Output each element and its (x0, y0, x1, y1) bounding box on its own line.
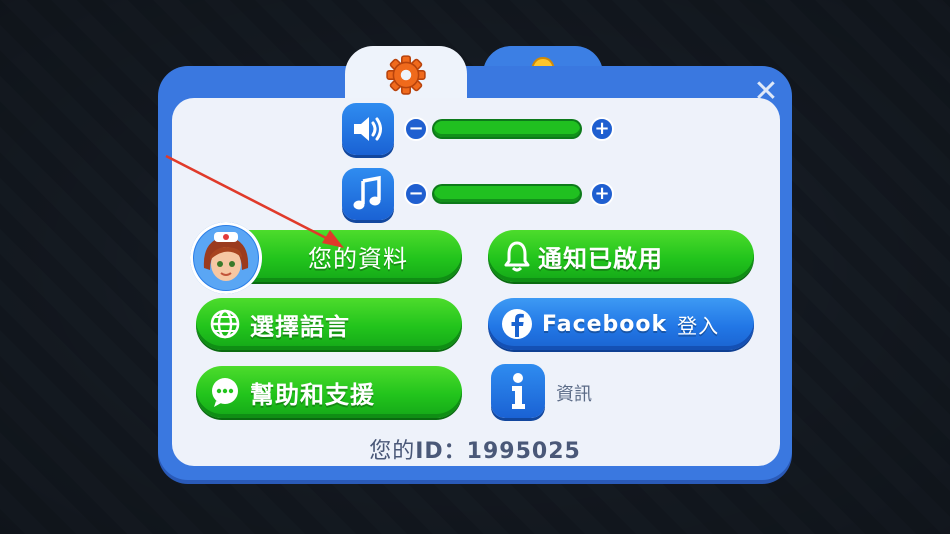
notifications-toggle-button[interactable]: 通知已啟用 (488, 230, 754, 282)
music-volume-slider[interactable] (434, 186, 580, 202)
user-id-text: 您的ID：1995025 (0, 433, 950, 465)
profile-button-label: 您的資料 (308, 244, 408, 273)
info-button[interactable] (491, 364, 545, 418)
facebook-login-button[interactable]: Facebook 登入 (488, 298, 754, 350)
music-decrease-button[interactable]: − (404, 182, 428, 206)
sound-decrease-button[interactable]: − (404, 117, 428, 141)
avatar[interactable] (190, 222, 262, 294)
sound-increase-button[interactable]: + (590, 117, 614, 141)
help-support-button[interactable]: 幫助和支援 (196, 366, 462, 418)
language-button[interactable]: 選擇語言 (196, 298, 462, 350)
sound-volume-row: − + (342, 103, 622, 155)
help-support-label: 幫助和支援 (250, 380, 375, 409)
gear-icon (386, 55, 426, 95)
facebook-icon (502, 309, 532, 339)
facebook-login-label: 登入 (677, 313, 720, 338)
music-note-icon[interactable] (342, 168, 394, 220)
facebook-brand-label: Facebook (542, 311, 668, 337)
language-label: 選擇語言 (250, 312, 350, 341)
globe-icon (210, 309, 240, 339)
speaker-icon[interactable] (342, 103, 394, 155)
sound-volume-slider[interactable] (434, 121, 580, 137)
notifications-label: 通知已啟用 (538, 244, 663, 273)
user-id-label: ID： (415, 439, 467, 464)
user-id-value: 1995025 (466, 439, 581, 464)
music-increase-button[interactable]: + (590, 182, 614, 206)
close-button[interactable]: ✕ (752, 77, 780, 107)
info-icon (512, 373, 525, 409)
music-volume-row: − + (342, 168, 622, 220)
user-id-prefix: 您的 (369, 439, 416, 464)
bell-outline-icon (504, 241, 530, 272)
info-label: 資訊 (556, 384, 592, 405)
chat-support-icon (212, 378, 238, 407)
